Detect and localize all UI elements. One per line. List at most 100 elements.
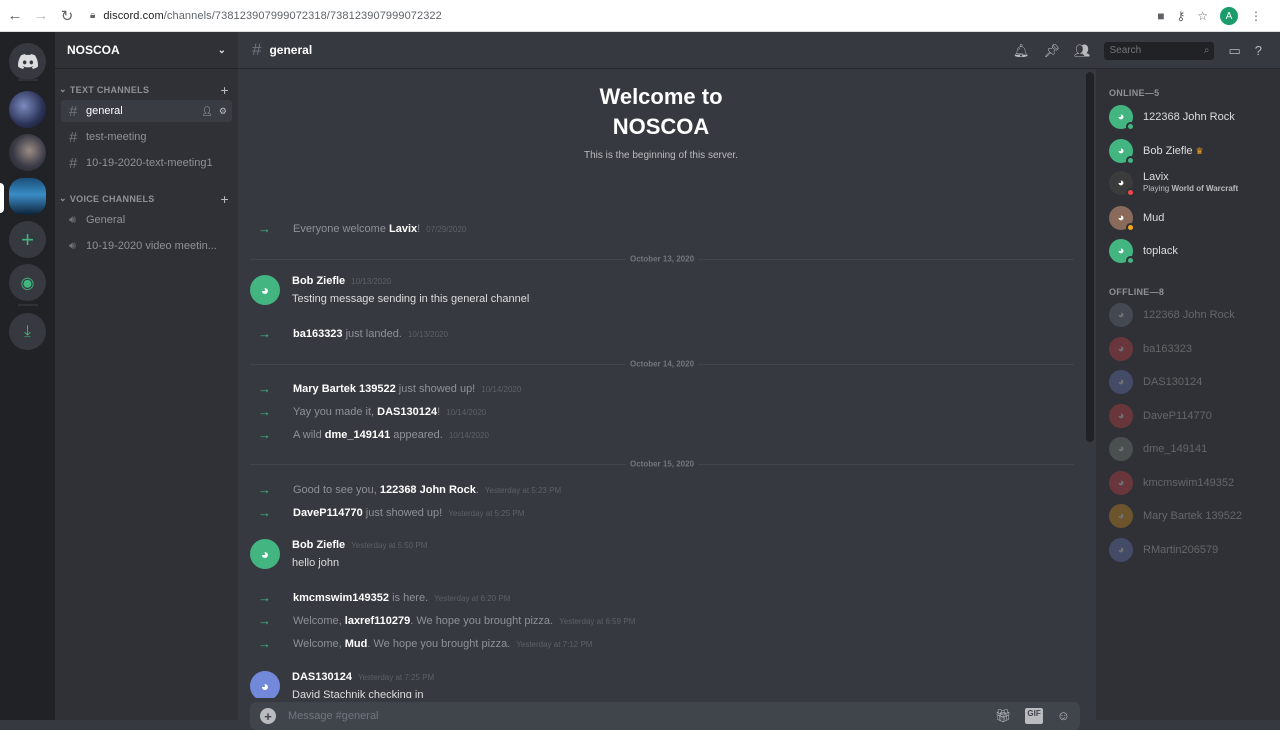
status-idle-icon xyxy=(1126,223,1135,232)
member-item[interactable]: ◕ dme_149141 xyxy=(1109,435,1274,463)
back-icon[interactable]: ← xyxy=(4,5,26,27)
channel-general[interactable]: # general 👤︎ ⚙ xyxy=(61,100,232,122)
join-arrow-icon: → xyxy=(258,404,271,419)
create-channel-icon[interactable]: + xyxy=(221,82,229,98)
username[interactable]: Lavix xyxy=(389,223,417,235)
username[interactable]: DAS130124 xyxy=(292,671,352,683)
join-arrow-icon: → xyxy=(258,590,271,605)
category-voice-channels[interactable]: ⌄ VOICE CHANNELS + xyxy=(59,191,229,207)
avatar: ◕ xyxy=(1109,504,1133,528)
star-icon[interactable]: ☆ xyxy=(1197,9,1208,23)
username[interactable]: laxref110279 xyxy=(345,615,410,627)
download-apps-button[interactable]: ⤓ xyxy=(9,313,46,350)
server-header[interactable]: NOSCOA ⌄ xyxy=(55,32,238,69)
system-text: Yay you made it, xyxy=(293,406,378,418)
upload-plus-icon[interactable]: + xyxy=(260,708,276,724)
join-arrow-icon: → xyxy=(258,482,271,497)
avatar[interactable]: ◕ xyxy=(250,539,280,569)
category-text-channels[interactable]: ⌄ TEXT CHANNELS + xyxy=(59,82,229,98)
member-item[interactable]: ◕ kmcmswim149352 xyxy=(1109,469,1274,497)
system-text: Good to see you, xyxy=(293,484,380,496)
member-name: toplack xyxy=(1143,245,1178,257)
crown-icon: ♛ xyxy=(1195,146,1204,156)
selected-indicator xyxy=(0,183,4,213)
separator xyxy=(18,304,38,306)
forward-icon[interactable]: → xyxy=(30,5,52,27)
member-name: Bob Ziefle xyxy=(1143,145,1193,157)
avatar: ◕ xyxy=(1109,337,1133,361)
username[interactable]: Bob Ziefle xyxy=(292,539,345,551)
member-item[interactable]: ◕ Mary Bartek 139522 xyxy=(1109,502,1274,530)
voice-channel-video-meeting[interactable]: 🔊︎ 10-19-2020 video meetin... xyxy=(61,235,232,257)
channel-sidebar: NOSCOA ⌄ ⌄ TEXT CHANNELS + # general 👤︎ ⚙… xyxy=(55,32,238,720)
home-button[interactable] xyxy=(9,43,46,80)
avatar[interactable]: ◕ xyxy=(250,275,280,305)
member-item[interactable]: ◕ Lavix Playing World of Warcraft xyxy=(1109,169,1274,197)
username[interactable]: Mud xyxy=(345,638,368,650)
key-icon[interactable]: ⚷ xyxy=(1176,9,1185,23)
system-message: → DaveP114770 just showed up! Yesterday at… xyxy=(258,505,524,520)
username[interactable]: ba163323 xyxy=(293,328,343,340)
system-message: → Everyone welcome Lavix! 07/29/2020 xyxy=(258,221,466,236)
add-server-button[interactable]: + xyxy=(9,221,46,258)
message-composer[interactable]: + Message #general 🎁︎ GIF ☺ xyxy=(250,702,1080,730)
member-item[interactable]: ◕ Mud xyxy=(1109,204,1274,232)
explore-button[interactable]: ◉ xyxy=(9,264,46,301)
avatar: ◕ xyxy=(1109,303,1133,327)
username[interactable]: dme_149141 xyxy=(325,429,390,441)
avatar[interactable]: ◕ xyxy=(250,671,280,698)
lock-icon[interactable]: 🔒︎ xyxy=(90,10,95,21)
username[interactable]: DaveP114770 xyxy=(293,507,363,519)
join-arrow-icon: → xyxy=(258,221,271,236)
timestamp: 10/14/2020 xyxy=(481,385,522,394)
username[interactable]: Bob Ziefle xyxy=(292,275,345,287)
system-text: appeared. xyxy=(390,429,443,441)
reload-icon[interactable]: ↻ xyxy=(56,5,78,27)
inbox-icon[interactable]: ▭ xyxy=(1228,43,1240,59)
username[interactable]: 122368 John Rock xyxy=(380,484,476,496)
system-message: → A wild dme_149141 appeared. 10/14/2020 xyxy=(258,427,489,442)
voice-channel-general[interactable]: 🔊︎ General xyxy=(61,209,232,231)
channel-test-meeting[interactable]: # test-meeting xyxy=(61,126,232,148)
create-channel-icon[interactable]: + xyxy=(221,191,229,207)
gif-button[interactable]: GIF xyxy=(1025,708,1043,724)
message-content: Testing message sending in this general … xyxy=(292,293,530,305)
server-icon-2[interactable] xyxy=(9,134,46,171)
member-item[interactable]: ◕ toplack xyxy=(1109,237,1274,265)
server-icon-noscoa[interactable] xyxy=(9,178,46,215)
member-item[interactable]: ◕ 122368 John Rock xyxy=(1109,103,1274,131)
member-name: Mud xyxy=(1143,212,1165,224)
camera-icon[interactable]: ■ xyxy=(1157,9,1164,23)
search-input[interactable]: Search ⌕ xyxy=(1104,41,1215,60)
member-item[interactable]: ◕ Bob Ziefle ♛ xyxy=(1109,137,1274,165)
address-bar[interactable]: discord.com/channels/738123907999072318/… xyxy=(103,10,442,22)
category-label: TEXT CHANNELS xyxy=(69,84,150,95)
hash-icon: # xyxy=(69,128,78,146)
profile-avatar[interactable]: A xyxy=(1220,7,1238,25)
gear-icon[interactable]: ⚙ xyxy=(219,106,227,117)
system-text: ! xyxy=(437,406,441,418)
member-name: 122368 John Rock xyxy=(1143,309,1235,321)
help-icon[interactable]: ? xyxy=(1255,43,1262,58)
member-item[interactable]: ◕ DAS130124 xyxy=(1109,368,1274,396)
username[interactable]: Mary Bartek 139522 xyxy=(293,383,396,395)
emoji-icon[interactable]: ☺ xyxy=(1057,708,1070,724)
username[interactable]: kmcmswim149352 xyxy=(293,592,389,604)
member-item[interactable]: ◕ DaveP114770 xyxy=(1109,402,1274,430)
member-item[interactable]: ◕ ba163323 xyxy=(1109,335,1274,363)
gift-icon[interactable]: 🎁︎ xyxy=(995,708,1012,724)
compass-icon: ◉ xyxy=(20,274,35,292)
channel-text-meeting1[interactable]: # 10-19-2020-text-meeting1 xyxy=(61,152,232,174)
scrollbar[interactable] xyxy=(1086,72,1094,442)
member-item[interactable]: ◕ 122368 John Rock xyxy=(1109,301,1274,329)
invite-icon[interactable]: 👤︎ xyxy=(201,106,212,117)
username[interactable]: DAS130124 xyxy=(377,406,437,418)
menu-icon[interactable]: ⋮ xyxy=(1250,9,1262,23)
member-name: DAS130124 xyxy=(1143,376,1203,388)
timestamp: Yesterday at 7:25 PM xyxy=(357,673,435,682)
member-item[interactable]: ◕ RMartin206579 xyxy=(1109,536,1274,564)
divider-date: October 15, 2020 xyxy=(625,459,699,469)
composer-placeholder[interactable]: Message #general xyxy=(288,710,379,722)
channel-label: 10-19-2020 video meetin... xyxy=(86,240,217,252)
server-icon-1[interactable] xyxy=(9,91,46,128)
